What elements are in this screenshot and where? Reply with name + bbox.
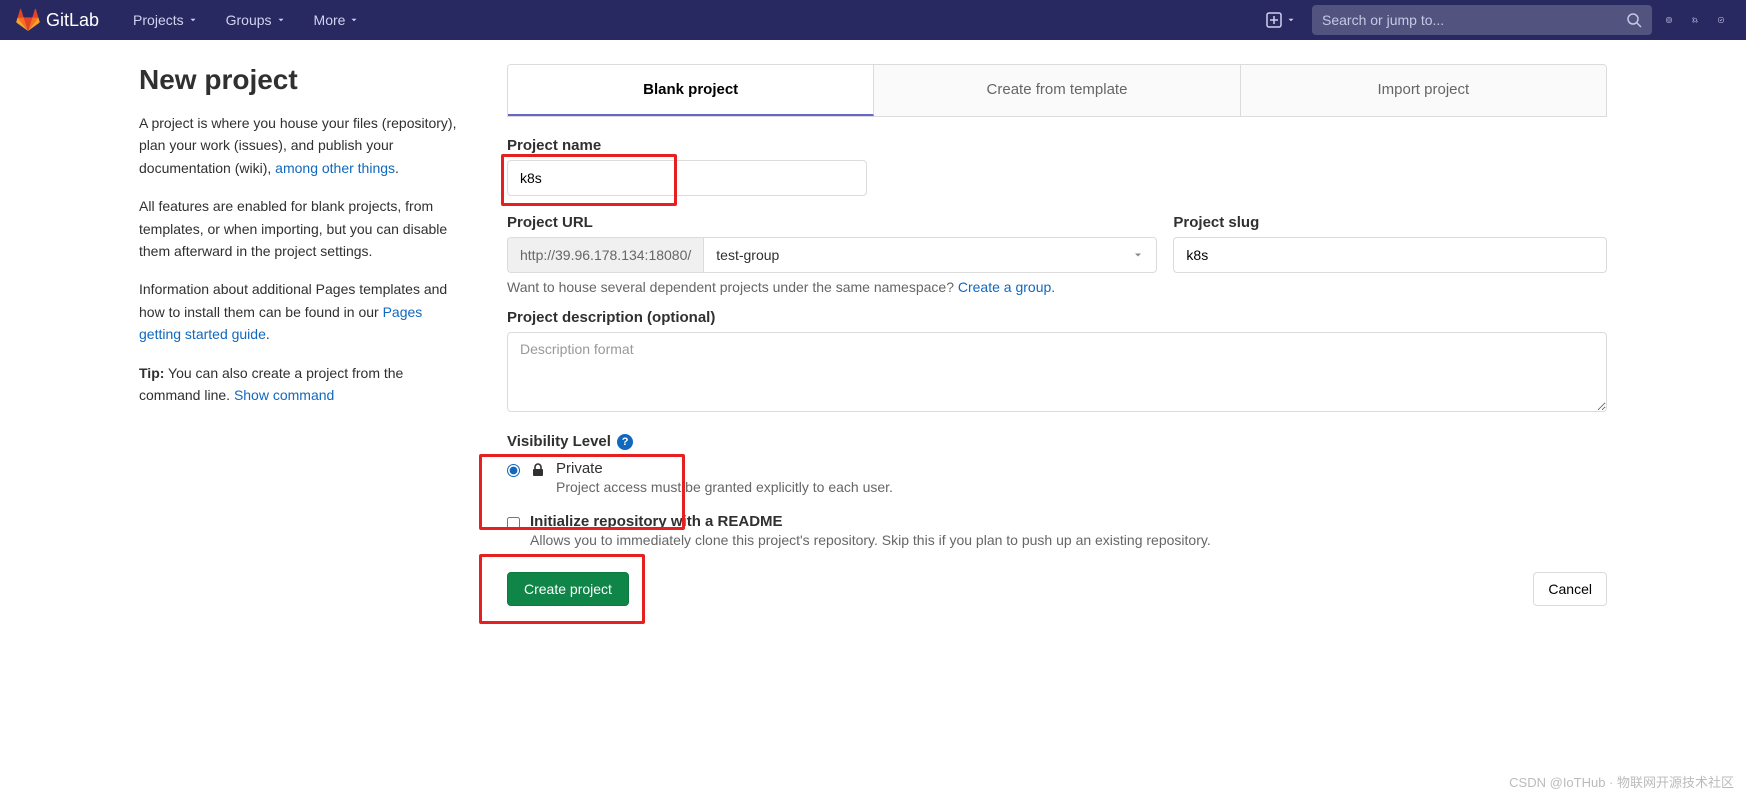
visibility-private-option[interactable]: Private Project access must be granted e…: [507, 460, 1607, 495]
chevron-down-icon: [349, 15, 359, 25]
search-icon: [1626, 12, 1642, 28]
chevron-down-icon: [188, 15, 198, 25]
nav-more[interactable]: More: [304, 0, 370, 40]
search-box[interactable]: [1312, 5, 1652, 35]
project-desc-group: Project description (optional): [507, 309, 1607, 415]
visibility-private-radio[interactable]: [507, 464, 520, 477]
project-desc-label: Project description (optional): [507, 309, 1607, 326]
namespace-hint: Want to house several dependent projects…: [507, 279, 1607, 295]
sidebar-description: New project A project is where you house…: [139, 64, 459, 606]
project-url-group: http://39.96.178.134:18080/ test-group: [507, 237, 1157, 273]
desc-p3: Information about additional Pages templ…: [139, 278, 459, 345]
watermark: CSDN @IoTHub · 物联网开源技术社区: [1509, 772, 1734, 791]
issues-icon[interactable]: [1660, 11, 1678, 29]
project-slug-label: Project slug: [1173, 214, 1607, 231]
top-navbar: GitLab Projects Groups More: [0, 0, 1746, 40]
project-name-group: Project name: [507, 137, 1607, 196]
among-other-things-link[interactable]: among other things: [275, 160, 395, 176]
url-row: Project URL http://39.96.178.134:18080/ …: [507, 214, 1607, 273]
gitlab-icon: [16, 8, 40, 32]
tab-blank-project[interactable]: Blank project: [508, 65, 874, 116]
cancel-button[interactable]: Cancel: [1533, 572, 1607, 606]
project-url-label: Project URL: [507, 214, 1157, 231]
page-container: New project A project is where you house…: [123, 40, 1623, 630]
namespace-selected: test-group: [716, 247, 779, 263]
visibility-label: Visibility Level ?: [507, 433, 1607, 450]
chevron-down-icon: [1286, 15, 1296, 25]
todos-icon[interactable]: [1712, 11, 1730, 29]
url-prefix: http://39.96.178.134:18080/: [507, 237, 703, 273]
merge-requests-icon[interactable]: [1686, 11, 1704, 29]
gitlab-logo[interactable]: GitLab: [16, 8, 99, 32]
readme-option[interactable]: Initialize repository with a README Allo…: [507, 513, 1607, 548]
namespace-select[interactable]: test-group: [703, 237, 1157, 273]
navbar-right: [1258, 5, 1730, 35]
readme-title: Initialize repository with a README: [530, 513, 1211, 530]
nav-groups[interactable]: Groups: [216, 0, 296, 40]
visibility-group: Visibility Level ? Private Project acces…: [507, 433, 1607, 495]
chevron-down-icon: [1132, 249, 1144, 261]
nav-projects[interactable]: Projects: [123, 0, 208, 40]
tab-import-project[interactable]: Import project: [1241, 65, 1606, 116]
form-actions: Create project Cancel: [507, 572, 1607, 606]
project-slug-input[interactable]: [1173, 237, 1607, 273]
project-name-label: Project name: [507, 137, 1607, 154]
brand-text: GitLab: [46, 10, 99, 31]
plus-square-icon: [1266, 12, 1282, 28]
project-name-input[interactable]: [507, 160, 867, 196]
visibility-private-desc: Project access must be granted explicitl…: [556, 479, 893, 495]
form-body: Project name Project URL http://39.96.17…: [507, 117, 1607, 606]
search-input[interactable]: [1322, 12, 1626, 28]
tab-create-from-template[interactable]: Create from template: [874, 65, 1240, 116]
chevron-down-icon: [276, 15, 286, 25]
tip-label: Tip:: [139, 365, 164, 381]
page-title: New project: [139, 64, 459, 96]
help-icon[interactable]: ?: [617, 434, 633, 450]
desc-p1: A project is where you house your files …: [139, 112, 459, 179]
visibility-private-title: Private: [556, 460, 893, 477]
readme-desc: Allows you to immediately clone this pro…: [530, 532, 1211, 548]
create-group-link[interactable]: Create a group.: [958, 279, 1055, 295]
show-command-link[interactable]: Show command: [234, 387, 334, 403]
readme-checkbox[interactable]: [507, 517, 520, 530]
navbar-left: GitLab Projects Groups More: [16, 0, 369, 40]
desc-p2: All features are enabled for blank proje…: [139, 195, 459, 262]
project-desc-textarea[interactable]: [507, 332, 1607, 412]
desc-tip: Tip: You can also create a project from …: [139, 362, 459, 407]
create-project-button[interactable]: Create project: [507, 572, 629, 606]
lock-icon: [530, 462, 546, 478]
main-form: Blank project Create from template Impor…: [507, 64, 1607, 606]
project-tabs: Blank project Create from template Impor…: [507, 64, 1607, 117]
new-dropdown[interactable]: [1258, 8, 1304, 32]
